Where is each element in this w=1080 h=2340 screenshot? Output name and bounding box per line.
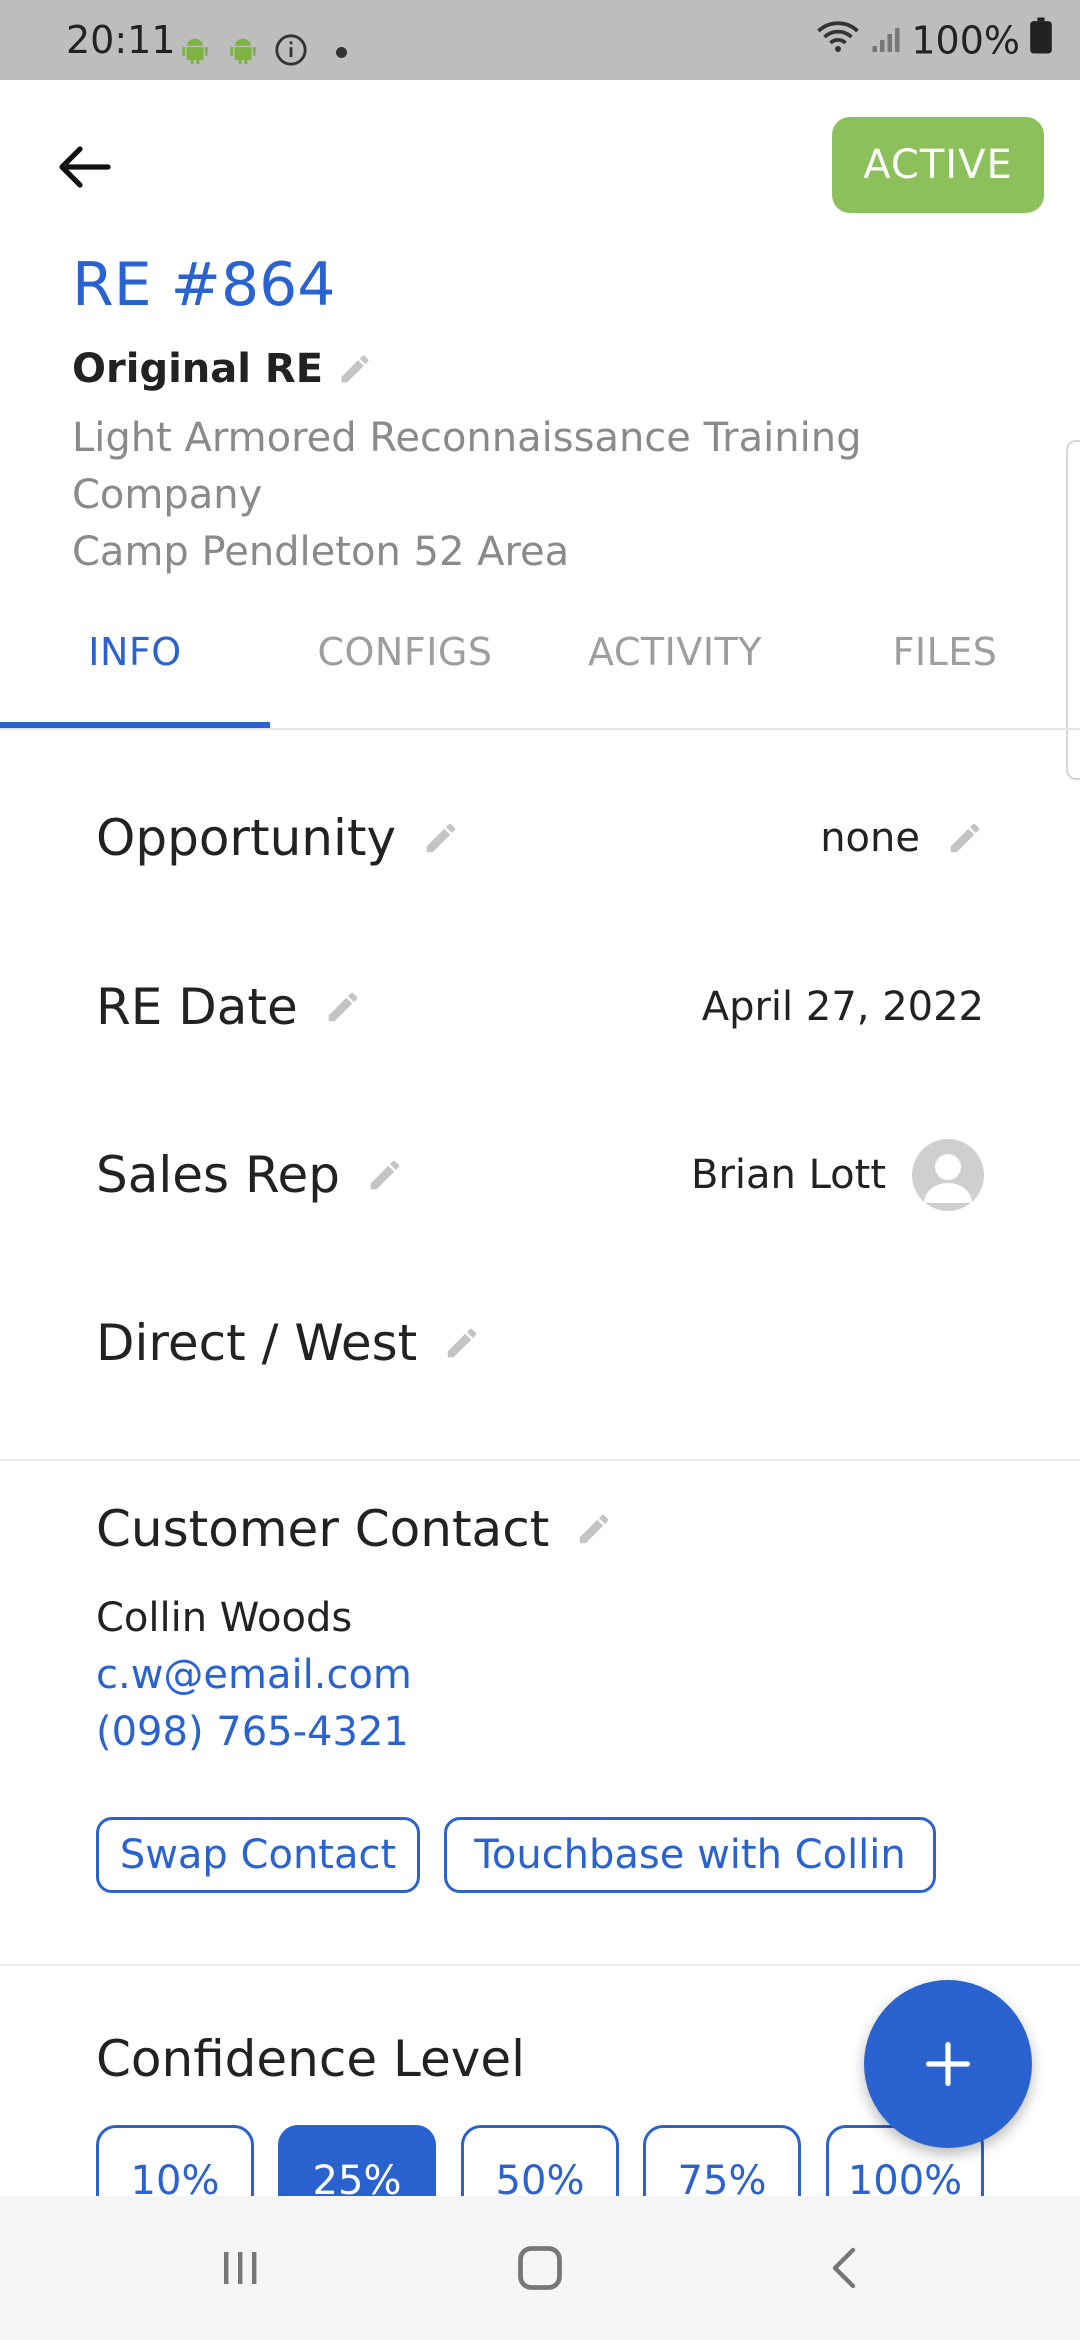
notification-icons	[178, 33, 347, 71]
edit-contact-icon[interactable]	[575, 1510, 613, 1548]
system-back-button[interactable]	[775, 2196, 915, 2340]
sales-rep-label: Sales Rep	[96, 1146, 340, 1204]
confidence-header: Confidence Level	[96, 2030, 525, 2088]
touchbase-button[interactable]: Touchbase with Collin	[444, 1817, 936, 1893]
recent-apps-button[interactable]	[170, 2196, 310, 2340]
swap-contact-button[interactable]: Swap Contact	[96, 1817, 420, 1893]
section-divider	[0, 1964, 1080, 1966]
re-kind-label: Original RE	[72, 346, 324, 392]
signal-icon	[871, 18, 901, 62]
battery-percent: 100%	[911, 18, 1020, 62]
edit-sales-rep-icon[interactable]	[366, 1156, 404, 1194]
arrow-left-icon	[59, 146, 111, 188]
opportunity-row: Opportunity none	[96, 788, 984, 888]
wifi-icon	[815, 18, 861, 63]
add-fab-button[interactable]	[864, 1980, 1032, 2148]
active-tab-indicator	[0, 722, 270, 728]
status-time: 20:11	[66, 18, 176, 62]
recents-icon	[224, 2252, 257, 2284]
edit-re-kind-icon[interactable]	[337, 351, 373, 387]
company-name-line1: Light Armored Reconnaissance Training	[72, 415, 862, 461]
confidence-title: Confidence Level	[96, 2030, 526, 2088]
tab-configs[interactable]: CONFIGS	[270, 600, 540, 704]
tab-info[interactable]: INFO	[0, 600, 270, 704]
chevron-left-icon	[832, 2247, 856, 2289]
customer-contact-title: Customer Contact	[96, 1500, 550, 1558]
avatar	[912, 1139, 984, 1211]
tab-files[interactable]: FILES	[810, 600, 1080, 704]
re-kind-row: Original RE	[72, 346, 373, 392]
status-badge[interactable]: ACTIVE	[832, 117, 1044, 213]
sales-rep-row: Sales Rep Brian Lott	[96, 1125, 984, 1225]
back-button[interactable]	[52, 135, 116, 199]
re-date-row: RE Date April 27, 2022	[96, 957, 984, 1057]
status-bar: 20:11 100%	[0, 0, 1080, 80]
company-name-line2: Company	[72, 472, 263, 518]
edit-opportunity-icon[interactable]	[422, 819, 460, 857]
edit-channel-icon[interactable]	[443, 1324, 481, 1362]
dot-icon	[336, 46, 347, 58]
edit-re-date-icon[interactable]	[324, 988, 362, 1026]
section-divider	[0, 1459, 1080, 1461]
home-button[interactable]	[470, 2196, 610, 2340]
tab-activity[interactable]: ACTIVITY	[540, 600, 810, 704]
battery-icon	[1030, 17, 1052, 63]
re-date-label: RE Date	[96, 978, 298, 1036]
opportunity-label: Opportunity	[96, 809, 397, 867]
page-title: RE #864	[72, 250, 336, 320]
plus-icon	[925, 2041, 971, 2087]
contact-phone-link[interactable]: (098) 765-4321	[96, 1709, 409, 1755]
android-icon	[178, 33, 212, 71]
channel-row: Direct / West	[96, 1293, 984, 1393]
customer-contact-header: Customer Contact	[96, 1500, 613, 1558]
location-text: Camp Pendleton 52 Area	[72, 529, 570, 575]
system-icons: 100%	[815, 17, 1052, 63]
contact-email-link[interactable]: c.w@email.com	[96, 1652, 412, 1698]
edit-opportunity-value-icon[interactable]	[946, 819, 984, 857]
opportunity-value: none	[820, 815, 920, 861]
home-icon	[518, 2246, 562, 2290]
tab-bar: INFO CONFIGS ACTIVITY FILES	[0, 600, 1080, 730]
android-icon	[226, 33, 260, 71]
info-icon	[274, 33, 308, 71]
sales-rep-name: Brian Lott	[691, 1152, 886, 1198]
re-date-value: April 27, 2022	[701, 984, 984, 1030]
contact-name: Collin Woods	[96, 1595, 353, 1641]
system-nav-bar	[0, 2196, 1080, 2340]
channel-label: Direct / West	[96, 1314, 418, 1372]
